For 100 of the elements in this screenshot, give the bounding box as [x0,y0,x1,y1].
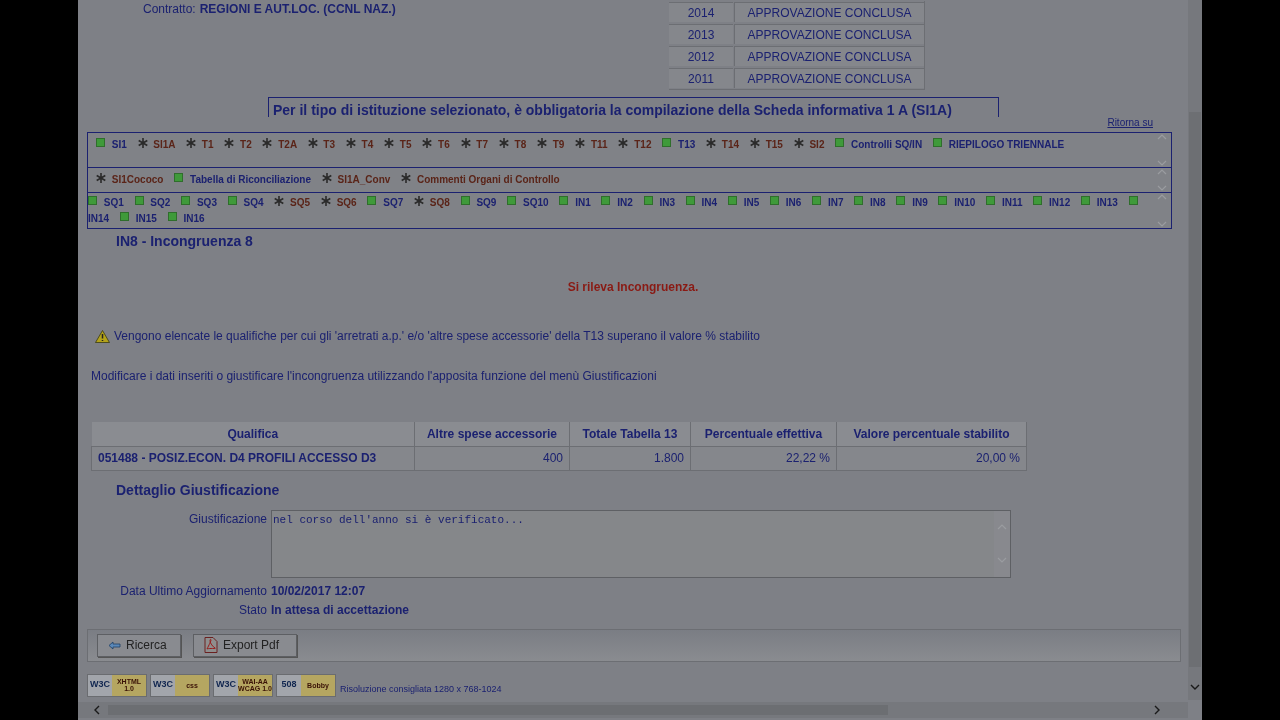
done-icon [932,138,942,147]
tab-link[interactable]: IN14 [88,213,110,224]
asterisk-icon [224,138,235,148]
done-icon [1033,196,1043,205]
tab-link[interactable]: T4 [361,139,374,150]
column-header: Qualifica [91,422,415,446]
done-icon [507,196,517,205]
tab-link[interactable]: IN4 [701,197,718,208]
warning-text: Vengono elencate le qualifiche per cui gli 'arretrati a.p.' e/o 'altre spese accessorie' della T13 superano il valore % stabilito [114,328,760,345]
tab-link[interactable]: T6 [438,139,450,150]
done-icon [835,138,845,147]
horizontal-scrollbar[interactable] [78,702,1188,718]
tab-link[interactable]: T8 [514,139,527,150]
tab-link[interactable]: SQ10 [523,197,549,208]
badge-label: W3C [151,674,175,696]
tab-link[interactable]: SI1 [111,139,127,150]
scroll-up-icon[interactable] [1157,134,1167,140]
scroll-up-icon[interactable] [1157,194,1167,200]
tab-link[interactable]: T9 [552,139,565,150]
tab-link[interactable]: T5 [399,139,412,150]
tab-link[interactable]: IN5 [743,197,760,208]
asterisk-icon [414,196,425,206]
state-value: In attesa di accettazione [271,601,411,619]
notice-banner: Per il tipo di istituzione selezionato, è obbligatoria la compilazione della Scheda informativa 1 A (SI1A) [268,97,999,117]
tab-link[interactable]: IN7 [827,197,844,208]
tab-link[interactable]: IN11 [1001,197,1023,208]
tab-link[interactable]: Controlli SQ/IN [851,139,923,150]
search-button[interactable]: Ricerca [97,633,181,657]
tab-link[interactable]: IN8 [870,197,886,208]
asterisk-icon [749,138,760,148]
tab-link[interactable]: SQ9 [476,197,497,208]
justification-field[interactable]: nel corso dell'anno si è verificato... [271,509,1011,578]
asterisk-icon [321,173,332,183]
done-icon [662,138,672,147]
back-to-top-link[interactable]: Ritorna su [1107,115,1153,130]
tab-link[interactable]: Commenti Organi di Controllo [416,174,560,185]
tab-link[interactable]: SQ6 [336,197,357,208]
badge-label: 508 [277,674,301,696]
tab-link[interactable]: SI1A [153,139,176,150]
year-cell: 2012 [669,46,733,66]
tab-link[interactable]: IN9 [912,197,928,208]
done-icon [685,196,695,205]
tab-link[interactable]: SI1A_Conv [337,174,391,185]
tab-link[interactable]: IN12 [1049,197,1071,208]
year-cell: 2011 [669,68,733,88]
tab-link[interactable]: T1 [201,139,214,150]
tab-link[interactable]: T12 [634,139,652,150]
tab-link[interactable]: SI1Cococo [111,174,164,185]
pdf-file-icon [204,637,218,653]
asterisk-icon [345,138,356,148]
tab-link[interactable]: SQ1 [103,197,124,208]
tab-link[interactable]: SQ8 [429,197,450,208]
tab-link[interactable]: T15 [765,139,783,150]
resolution-note: Risoluzione consigliata 1280 x 768-1024 [340,683,502,696]
scroll-down-icon[interactable] [1190,684,1200,690]
tab-link[interactable]: T3 [323,139,336,150]
tab-link[interactable]: IN3 [659,197,675,208]
tab-link[interactable]: SQ2 [150,197,171,208]
tab-link[interactable]: T13 [678,139,696,150]
vertical-scrollbar[interactable] [1188,0,1202,700]
tab-link[interactable]: IN16 [183,213,205,224]
tab-link[interactable]: IN13 [1096,197,1118,208]
done-icon [769,196,779,205]
done-icon [986,196,996,205]
asterisk-icon [793,138,804,148]
tab-link[interactable]: SQ5 [290,197,311,208]
done-icon [559,196,569,205]
tab-link[interactable]: RIEPILOGO TRIENNALE [948,139,1065,150]
asterisk-icon [262,138,273,148]
badge-label: W3C [214,674,238,696]
alert-message: Si rileva Incongruenza. [566,279,700,296]
column-header: Percentuale effettiva [690,422,837,446]
asterisk-icon [307,138,318,148]
scroll-right-icon[interactable] [1154,705,1160,715]
status-cell: APPROVAZIONE CONCLUSA [734,68,924,88]
done-icon [367,196,377,205]
tab-link[interactable]: IN1 [575,197,591,208]
done-icon [460,196,470,205]
asterisk-icon [384,138,395,148]
tab-link[interactable]: T2 [240,139,252,150]
tab-link[interactable]: T7 [476,139,488,150]
badge-label: W3C [88,674,112,696]
tab-link[interactable]: SQ3 [196,197,217,208]
tab-link[interactable]: IN15 [135,213,157,224]
tab-link[interactable]: T14 [721,139,740,150]
tab-link[interactable]: SI2 [809,139,825,150]
tab-link[interactable]: SQ7 [383,197,404,208]
tab-link[interactable]: SQ4 [243,197,264,208]
tab-link[interactable]: T11 [591,139,608,150]
done-icon [88,196,97,205]
export-pdf-button[interactable]: Export Pdf [193,633,297,657]
tab-link[interactable]: T2A [278,139,297,150]
tab-link[interactable]: Tabella di Riconciliazione [190,174,311,185]
asterisk-icon [401,173,412,183]
scroll-up-icon[interactable] [1157,169,1167,175]
scroll-left-icon[interactable] [94,705,100,715]
table-cell: 051488 - POSIZ.ECON. D4 PROFILI ACCESSO D3 [91,446,415,470]
tab-link[interactable]: IN6 [785,197,802,208]
tab-link[interactable]: IN2 [617,197,633,208]
tab-link[interactable]: IN10 [954,197,976,208]
